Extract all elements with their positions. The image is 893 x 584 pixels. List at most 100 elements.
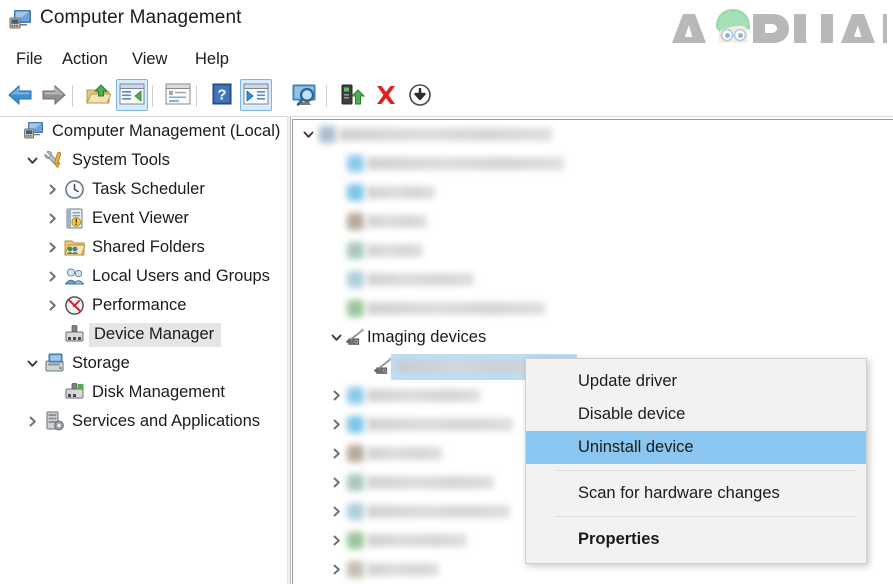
chevron-right-icon[interactable] — [26, 415, 39, 428]
device-tree-row[interactable] — [293, 178, 893, 207]
chevron-down-icon[interactable] — [301, 128, 315, 141]
menu-view[interactable]: View — [125, 47, 174, 71]
toolbar-separator — [326, 85, 327, 107]
device-tree-label — [367, 415, 513, 434]
services-icon — [44, 411, 65, 432]
context-menu-item-update-driver[interactable]: Update driver — [526, 365, 866, 398]
chevron-right-icon[interactable] — [329, 447, 343, 460]
sidebar-item-local-users-and-groups[interactable]: Local Users and Groups — [0, 262, 287, 291]
sidebar-item-label: Local Users and Groups — [92, 266, 270, 285]
camera-icon — [343, 328, 367, 347]
chevron-down-icon[interactable] — [26, 357, 39, 370]
blurred-device-icon — [343, 474, 367, 491]
sidebar-item-computer-management-local[interactable]: Computer Management (Local) — [0, 117, 287, 146]
blurred-device-icon — [343, 271, 367, 288]
device-tree-label — [339, 125, 552, 144]
pane-splitter[interactable] — [287, 117, 291, 584]
device-tree-label — [367, 444, 442, 463]
menu-action[interactable]: Action — [55, 47, 115, 71]
blurred-device-icon — [343, 445, 367, 462]
clock-icon — [64, 179, 85, 200]
console-tree: Computer Management (Local) System Tools T… — [0, 117, 287, 436]
blurred-device-icon — [343, 416, 367, 433]
sidebar-item-label: Task Scheduler — [92, 179, 205, 198]
device-manager-icon — [64, 324, 85, 345]
chevron-right-icon[interactable] — [329, 505, 343, 518]
disk-management-icon — [64, 382, 85, 403]
computer-management-icon — [9, 9, 33, 31]
chevron-right-icon[interactable] — [46, 183, 59, 196]
chevron-right-icon[interactable] — [46, 241, 59, 254]
chevron-right-icon[interactable] — [329, 563, 343, 576]
uninstall-device-button[interactable] — [370, 79, 402, 111]
device-tree-label — [367, 154, 564, 173]
toolbar-separator — [196, 85, 197, 107]
chevron-right-icon[interactable] — [329, 389, 343, 402]
forward-button[interactable] — [38, 79, 70, 111]
event-viewer-icon — [64, 208, 85, 229]
blurred-device-icon — [343, 561, 367, 578]
sidebar-item-label: Event Viewer — [92, 208, 189, 227]
device-tree-row[interactable] — [293, 294, 893, 323]
device-tree-row-imaging-devices[interactable]: Imaging devices — [293, 323, 893, 352]
sidebar-item-label: Performance — [92, 295, 187, 314]
sidebar-item-shared-folders[interactable]: Shared Folders — [0, 233, 287, 262]
sidebar-item-task-scheduler[interactable]: Task Scheduler — [0, 175, 287, 204]
device-context-menu: Update driver Disable device Uninstall dev… — [525, 358, 867, 564]
up-one-level-button[interactable] — [82, 79, 114, 111]
show-hide-console-tree-button[interactable] — [116, 79, 148, 111]
device-tree-row[interactable] — [293, 149, 893, 178]
back-button[interactable] — [4, 79, 36, 111]
scan-for-hardware-changes-button[interactable] — [404, 79, 436, 111]
context-menu-item-uninstall-device[interactable]: Uninstall device — [526, 431, 866, 464]
help-button[interactable]: ? — [206, 79, 238, 111]
blurred-text — [367, 447, 442, 461]
chevron-right-icon[interactable] — [46, 212, 59, 225]
chevron-down-icon[interactable] — [329, 331, 343, 344]
chevron-down-icon[interactable] — [26, 154, 39, 167]
chevron-right-icon[interactable] — [46, 270, 59, 283]
blurred-text — [339, 128, 552, 142]
sidebar-item-device-manager[interactable]: Device Manager — [0, 320, 287, 349]
show-hide-action-pane-button[interactable] — [240, 79, 272, 111]
blurred-text — [367, 534, 467, 548]
device-tree-row[interactable] — [293, 120, 893, 149]
chevron-right-icon[interactable] — [329, 418, 343, 431]
chevron-right-icon[interactable] — [329, 534, 343, 547]
context-menu-item-scan-for-hardware-changes[interactable]: Scan for hardware changes — [526, 477, 866, 510]
device-tree-row[interactable] — [293, 236, 893, 265]
blurred-text — [367, 186, 435, 200]
context-menu-item-properties[interactable]: Properties — [526, 523, 866, 556]
context-menu-item-disable-device[interactable]: Disable device — [526, 398, 866, 431]
sidebar-item-storage[interactable]: Storage — [0, 349, 287, 378]
device-tree-label — [367, 386, 480, 405]
menu-file[interactable]: File — [9, 47, 50, 71]
update-driver-button[interactable] — [336, 79, 368, 111]
properties-button[interactable] — [162, 79, 194, 111]
device-tree-row[interactable] — [293, 265, 893, 294]
blurred-device-icon — [343, 184, 367, 201]
sidebar-item-event-viewer[interactable]: Event Viewer — [0, 204, 287, 233]
blurred-device-icon — [343, 503, 367, 520]
performance-icon — [64, 295, 85, 316]
sidebar-item-services-and-applications[interactable]: Services and Applications — [0, 407, 287, 436]
system-tools-icon — [44, 150, 65, 171]
window-title: Computer Management — [40, 7, 242, 28]
scan-computer-button[interactable] — [288, 79, 320, 111]
device-tree-label — [367, 212, 427, 231]
sidebar-item-performance[interactable]: Performance — [0, 291, 287, 320]
menu-help[interactable]: Help — [188, 47, 236, 71]
sidebar-item-label: Device Manager — [89, 322, 222, 347]
sidebar-item-label: Services and Applications — [72, 411, 261, 430]
chevron-placeholder — [46, 328, 59, 341]
chevron-right-icon[interactable] — [46, 299, 59, 312]
chevron-right-icon[interactable] — [329, 476, 343, 489]
device-tree-row[interactable] — [293, 207, 893, 236]
toolbar-separator — [72, 85, 73, 107]
blurred-text — [367, 215, 427, 229]
sidebar-item-disk-management[interactable]: Disk Management — [0, 378, 287, 407]
sidebar-item-label: Disk Management — [92, 382, 225, 401]
blurred-text — [367, 389, 480, 403]
sidebar-item-system-tools[interactable]: System Tools — [0, 146, 287, 175]
device-tree-label — [367, 473, 494, 492]
